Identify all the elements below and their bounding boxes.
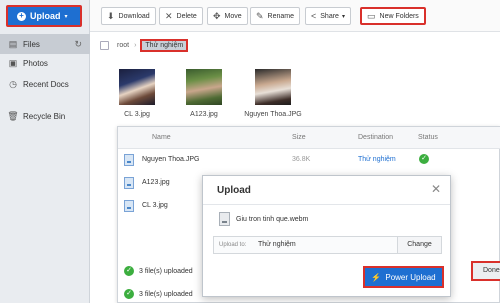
delete-label: Delete xyxy=(176,12,197,20)
rename-icon: ✎ xyxy=(256,10,264,21)
sidebar-item-label: Recent Docs xyxy=(23,79,69,89)
refresh-icon[interactable]: ↻ xyxy=(74,39,82,50)
share-icon: < xyxy=(311,11,317,21)
thumbnail-item[interactable]: A123.jpg xyxy=(169,69,239,118)
breadcrumb-current[interactable]: Thử nghiệm xyxy=(140,38,189,52)
toolbar: ⬇ Download ✕ Delete ✥ Move ✎ Rename < Sh… xyxy=(90,0,500,32)
rename-button[interactable]: ✎ Rename xyxy=(250,7,301,25)
close-icon: ✕ xyxy=(165,10,173,21)
download-icon: ⬇ xyxy=(107,10,115,21)
thumbnail-image xyxy=(186,69,222,105)
new-folder-icon: ▭ xyxy=(367,10,376,21)
sidebar: + Upload ▾ ▤ Files ↻ ▣ Photos ◷ Recent D… xyxy=(0,0,90,303)
divider xyxy=(203,204,450,205)
sidebar-item-label: Files xyxy=(23,39,40,49)
thumbnail-image xyxy=(255,69,291,105)
rename-label: Rename xyxy=(267,12,295,20)
download-button[interactable]: ⬇ Download xyxy=(101,7,156,25)
breadcrumb: root › Thử nghiệm xyxy=(100,38,189,52)
delete-button[interactable]: ✕ Delete xyxy=(159,7,203,25)
sidebar-item-label: Recycle Bin xyxy=(23,111,66,121)
trash-icon: 🗑 xyxy=(7,110,19,121)
breadcrumb-root[interactable]: root xyxy=(117,42,129,49)
file-name: A123.jpg xyxy=(142,179,170,186)
dialog-file-name: Giu tron tinh que.webm xyxy=(236,216,309,223)
sidebar-item-label: Photos xyxy=(23,58,48,68)
new-folders-button[interactable]: ▭ New Folders xyxy=(360,7,426,25)
thumbnail-item[interactable]: Nguyen Thoa.JPG xyxy=(238,69,308,118)
select-all-checkbox[interactable] xyxy=(100,40,109,50)
thumbnail-item[interactable]: CL 3.jpg xyxy=(102,69,172,118)
check-icon: ✓ xyxy=(124,289,134,299)
file-name: CL 3.jpg xyxy=(142,202,168,209)
share-button[interactable]: < Share ▾ xyxy=(305,7,351,25)
sidebar-item-recent-docs[interactable]: ◷ Recent Docs xyxy=(0,74,90,94)
check-icon: ✓ xyxy=(124,266,134,276)
file-size: 36.8K xyxy=(292,156,311,163)
clock-icon: ◷ xyxy=(9,78,17,89)
check-icon: ✓ xyxy=(419,154,429,164)
thumbnail-label: Nguyen Thoa.JPG xyxy=(244,111,302,118)
change-button[interactable]: Change xyxy=(397,237,441,253)
column-size: Size xyxy=(292,134,306,141)
upload-status: ✓ 3 file(s) uploaded xyxy=(124,264,193,278)
column-status: Status xyxy=(418,134,438,141)
file-icon xyxy=(219,212,230,226)
chevron-down-icon: ▾ xyxy=(341,13,345,20)
move-button[interactable]: ✥ Move xyxy=(207,7,248,25)
upload-status: ✓ 3 file(s) uploaded xyxy=(124,287,193,301)
done-button[interactable]: Done xyxy=(471,261,500,281)
chevron-down-icon: ▾ xyxy=(64,13,68,20)
upload-dialog: Upload ✕ Giu tron tinh que.webm Upload t… xyxy=(202,175,451,297)
new-folders-label: New Folders xyxy=(379,12,419,20)
sidebar-item-photos[interactable]: ▣ Photos xyxy=(0,53,90,73)
column-name: Name xyxy=(152,134,171,141)
sidebar-item-files[interactable]: ▤ Files ↻ xyxy=(0,34,90,54)
file-name: Nguyen Thoa.JPG xyxy=(142,156,200,163)
power-upload-button[interactable]: ⚡ Power Upload xyxy=(363,266,444,288)
power-upload-label: Power Upload xyxy=(385,272,436,282)
sidebar-item-recycle-bin[interactable]: 🗑 Recycle Bin xyxy=(0,106,90,126)
upload-status-text: 3 file(s) uploaded xyxy=(139,267,193,275)
dialog-title: Upload xyxy=(217,185,251,196)
share-label: Share xyxy=(320,12,339,20)
upload-status-text: 3 file(s) uploaded xyxy=(139,290,193,298)
files-icon: ▤ xyxy=(8,38,18,49)
thumbnail-label: A123.jpg xyxy=(190,111,218,118)
upload-to-value: Thử nghiệm xyxy=(258,241,296,248)
chevron-right-icon: › xyxy=(134,41,137,49)
upload-label: Upload xyxy=(30,11,61,21)
column-destination: Destination xyxy=(358,134,394,141)
lightning-icon: ⚡ xyxy=(371,272,382,282)
table-row[interactable]: Nguyen Thoa.JPG 36.8K Thử nghiệm ✓ xyxy=(118,149,500,171)
photos-icon: ▣ xyxy=(8,57,18,68)
image-file-icon xyxy=(124,200,134,212)
plus-icon: + xyxy=(17,11,26,21)
done-label: Done xyxy=(483,267,500,274)
move-icon: ✥ xyxy=(213,10,221,21)
close-icon[interactable]: ✕ xyxy=(431,182,441,196)
image-file-icon xyxy=(124,177,134,189)
upload-button[interactable]: + Upload ▾ xyxy=(6,5,82,27)
move-label: Move xyxy=(224,12,242,20)
upload-destination-field: Upload to: Thử nghiệm Change xyxy=(213,236,442,254)
thumbnail-label: CL 3.jpg xyxy=(124,111,150,118)
thumbnail-image xyxy=(119,69,155,105)
download-label: Download xyxy=(118,12,150,20)
image-file-icon xyxy=(124,154,134,166)
upload-to-label: Upload to: xyxy=(219,242,247,248)
destination-link[interactable]: Thử nghiệm xyxy=(358,156,396,163)
table-header: Name Size Destination Status xyxy=(118,127,500,149)
